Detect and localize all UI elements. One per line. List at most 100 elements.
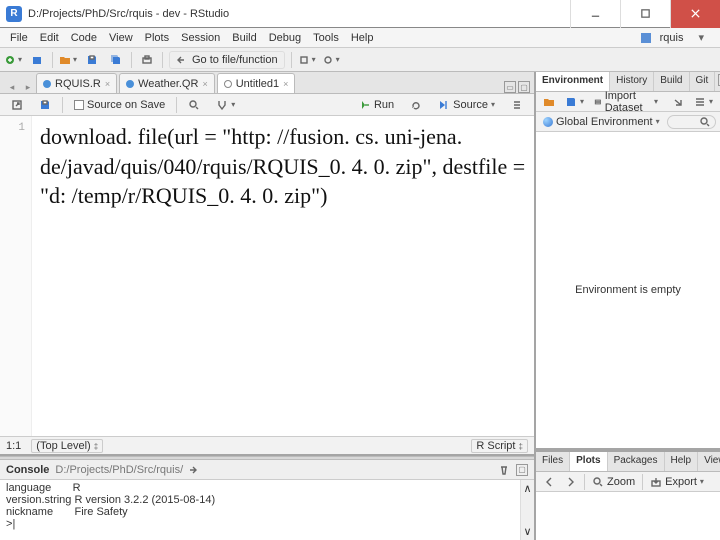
clear-env-button[interactable] xyxy=(669,96,687,108)
scrollbar[interactable]: ∧∨ xyxy=(520,480,534,540)
tab-git[interactable]: Git xyxy=(690,72,716,91)
chevron-down-icon: ▾ xyxy=(73,55,77,64)
open-file-button[interactable]: ▾ xyxy=(59,51,77,69)
tab-rquis-r[interactable]: RQUIS.R × xyxy=(36,73,117,93)
plot-zoom-button[interactable]: Zoom xyxy=(589,476,638,488)
run-button[interactable]: Run xyxy=(354,97,399,113)
scope-selector[interactable]: (Top Level) ‡ xyxy=(31,439,103,453)
tab-label: RQUIS.R xyxy=(55,78,101,90)
close-button[interactable] xyxy=(670,0,720,28)
import-dataset-button[interactable]: Import Dataset ▾ xyxy=(591,90,661,114)
env-view-mode-button[interactable]: ▾ xyxy=(691,96,716,108)
tab-packages[interactable]: Packages xyxy=(608,452,665,471)
menu-build[interactable]: Build xyxy=(226,30,262,46)
document-outline-button[interactable] xyxy=(506,97,528,113)
source-label: Source xyxy=(453,99,488,111)
globe-icon xyxy=(543,117,553,127)
project-selector[interactable]: rquis ▾ xyxy=(641,29,716,46)
menu-view[interactable]: View xyxy=(103,30,139,46)
menu-session[interactable]: Session xyxy=(175,30,226,46)
source-editor[interactable]: 1 download. file(url = "http: //fusion. … xyxy=(0,116,534,436)
run-label: Run xyxy=(374,99,394,111)
new-file-button[interactable]: ▾ xyxy=(4,51,22,69)
env-scope-selector[interactable]: Global Environment ▾ xyxy=(540,116,663,128)
chevron-down-icon: ▾ xyxy=(656,117,660,126)
plot-export-button[interactable]: Export ▾ xyxy=(647,476,707,488)
print-button[interactable] xyxy=(138,51,156,69)
tab-nav-fwd[interactable]: ▸ xyxy=(20,82,36,93)
environment-body: Environment is empty xyxy=(536,132,720,448)
env-scope-label: Global Environment xyxy=(556,116,653,128)
menu-tools[interactable]: Tools xyxy=(307,30,345,46)
pane-popout-button[interactable]: ▭ xyxy=(504,81,516,93)
chevron-down-icon: ▾ xyxy=(700,477,704,486)
pane-collapse-button[interactable]: ▢ xyxy=(518,81,530,93)
search-icon xyxy=(699,116,711,128)
tab-label: Untitled1 xyxy=(236,78,279,90)
menu-plots[interactable]: Plots xyxy=(139,30,175,46)
pane-collapse-button[interactable]: ▢ xyxy=(516,464,528,476)
cursor-position: 1:1 xyxy=(6,440,21,452)
close-tab-icon[interactable]: × xyxy=(105,79,110,89)
console-path: D:/Projects/PhD/Src/rquis/ xyxy=(55,464,183,476)
tab-build[interactable]: Build xyxy=(654,72,689,91)
menu-edit[interactable]: Edit xyxy=(34,30,65,46)
goto-dir-icon[interactable] xyxy=(187,464,199,476)
build-tools-button[interactable]: ▾ xyxy=(298,51,316,69)
tab-viewer[interactable]: Viewer xyxy=(698,452,720,471)
tab-plots[interactable]: Plots xyxy=(570,452,607,471)
maximize-button[interactable] xyxy=(620,0,670,28)
save-all-button[interactable] xyxy=(107,51,125,69)
menu-file[interactable]: File xyxy=(4,30,34,46)
console-body[interactable]: language R version.string R version 3.2.… xyxy=(0,480,534,540)
chevron-down-icon: ▾ xyxy=(580,97,584,106)
tab-nav-back[interactable]: ◂ xyxy=(4,82,20,93)
load-workspace-button[interactable] xyxy=(540,96,558,108)
menu-code[interactable]: Code xyxy=(65,30,103,46)
tab-help-viewer[interactable]: Help xyxy=(665,452,699,471)
addins-button[interactable]: ▾ xyxy=(322,51,340,69)
tab-untitled1[interactable]: Untitled1 × xyxy=(217,73,296,93)
save-button[interactable] xyxy=(34,97,56,113)
chevron-down-icon: ▾ xyxy=(709,97,713,106)
r-file-icon xyxy=(126,80,134,88)
line-gutter: 1 xyxy=(0,116,32,436)
tab-environment[interactable]: Environment xyxy=(536,72,610,91)
chevron-down-icon: ▾ xyxy=(692,29,710,46)
console-prompt[interactable]: >| xyxy=(6,518,528,530)
checkbox-icon xyxy=(74,100,84,110)
env-empty-label: Environment is empty xyxy=(575,284,681,296)
minimize-button[interactable] xyxy=(570,0,620,28)
goto-file-input[interactable]: Go to file/function xyxy=(169,51,285,69)
console-line: nickname Fire Safety xyxy=(6,506,528,518)
chevron-down-icon: ▾ xyxy=(654,97,658,106)
r-file-icon xyxy=(43,80,51,88)
menu-help[interactable]: Help xyxy=(345,30,380,46)
close-tab-icon[interactable]: × xyxy=(202,79,207,89)
goto-placeholder: Go to file/function xyxy=(192,54,278,66)
source-button[interactable]: Source ▾ xyxy=(433,97,500,113)
clear-console-icon[interactable] xyxy=(498,464,510,476)
rerun-button[interactable] xyxy=(405,97,427,113)
save-button[interactable] xyxy=(83,51,101,69)
console-line: language R xyxy=(6,482,528,494)
source-on-save-toggle[interactable]: Source on Save xyxy=(69,97,170,113)
tab-history[interactable]: History xyxy=(610,72,654,91)
env-search-input[interactable] xyxy=(667,115,716,129)
tab-files[interactable]: Files xyxy=(536,452,570,471)
close-tab-icon[interactable]: × xyxy=(283,79,288,89)
plot-prev-button[interactable] xyxy=(540,476,558,488)
tab-weather-qr[interactable]: Weather.QR × xyxy=(119,73,215,93)
new-project-button[interactable] xyxy=(28,51,46,69)
plot-next-button[interactable] xyxy=(562,476,580,488)
code-tools-button[interactable]: ▾ xyxy=(211,97,240,113)
save-workspace-button[interactable]: ▾ xyxy=(562,96,587,108)
language-mode-selector[interactable]: R Script ‡ xyxy=(471,439,528,453)
code-content: download. file(url = "http: //fusion. cs… xyxy=(32,116,534,436)
menu-debug[interactable]: Debug xyxy=(263,30,307,46)
console-line: version.string R version 3.2.2 (2015-08-… xyxy=(6,494,528,506)
app-icon: R xyxy=(6,6,22,22)
show-in-new-window-button[interactable] xyxy=(6,97,28,113)
find-replace-button[interactable] xyxy=(183,97,205,113)
tab-label: Weather.QR xyxy=(138,78,198,90)
